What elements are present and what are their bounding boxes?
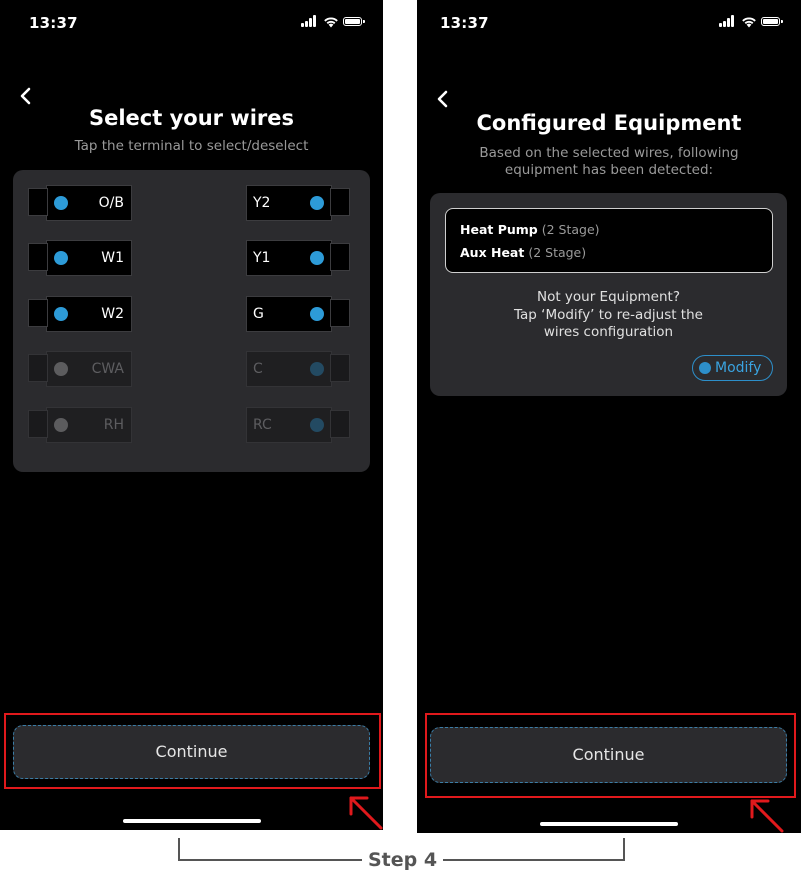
home-indicator <box>540 822 678 826</box>
terminal-stub <box>330 354 350 382</box>
equipment-stage: (2 Stage) <box>528 245 587 260</box>
screen-configured-equipment: 13:37 Configured Equipment Based on the … <box>417 0 801 833</box>
status-time: 13:37 <box>440 14 489 32</box>
terminal-y1[interactable]: Y1 <box>246 240 350 276</box>
equipment-item: Heat Pump (2 Stage) <box>460 222 600 237</box>
terminal-w1[interactable]: W1 <box>28 240 132 276</box>
terminal-label: W2 <box>101 306 124 322</box>
terminal-label: CWA <box>91 361 124 377</box>
terminal-dot <box>310 307 324 321</box>
terminal-stub <box>330 299 350 327</box>
terminal-stub <box>28 243 48 271</box>
signal-icon <box>301 15 318 28</box>
terminal-stub <box>330 243 350 271</box>
terminal-dot <box>54 418 68 432</box>
home-indicator <box>123 819 261 823</box>
terminal-stub <box>28 299 48 327</box>
equipment-stage: (2 Stage) <box>541 222 600 237</box>
terminal-stub <box>330 410 350 438</box>
terminal-dot <box>54 251 68 265</box>
terminal-dot <box>310 251 324 265</box>
terminal-label: W1 <box>101 250 124 266</box>
terminal-stub <box>28 188 48 216</box>
screen-select-wires: 13:37 Select your wires Tap the terminal… <box>0 0 383 830</box>
page-title: Configured Equipment <box>476 111 742 135</box>
terminal-stub <box>28 354 48 382</box>
terminal-label: Y1 <box>253 250 271 266</box>
status-bar: 13:37 <box>417 0 801 46</box>
battery-icon <box>761 17 783 26</box>
equipment-panel: Heat Pump (2 Stage) Aux Heat (2 Stage) N… <box>430 193 787 396</box>
page-title: Select your wires <box>88 106 295 130</box>
status-icons <box>301 15 365 29</box>
wifi-icon <box>324 17 338 28</box>
terminal-panel: O/B W1 W2 CWA RH Y2 Y1 G C RC <box>13 170 370 472</box>
hint-line-2: Tap ‘Modify’ to re-adjust the <box>514 307 703 323</box>
modify-icon <box>699 362 711 374</box>
hint-line-1: Not your Equipment? <box>536 289 681 305</box>
terminal-rh[interactable]: RH <box>28 407 132 443</box>
page-subtitle-line-1: Based on the selected wires, following <box>479 145 739 161</box>
terminal-c[interactable]: C <box>246 351 350 387</box>
terminal-rc[interactable]: RC <box>246 407 350 443</box>
modify-label: Modify <box>715 360 762 376</box>
wifi-icon <box>742 17 756 28</box>
terminal-dot <box>310 196 324 210</box>
terminal-label: G <box>253 306 264 322</box>
status-bar: 13:37 <box>0 0 383 46</box>
terminal-label: C <box>253 361 263 377</box>
modify-button[interactable]: Modify <box>692 355 773 381</box>
page-subtitle-line-2: equipment has been detected: <box>504 162 714 178</box>
continue-button[interactable]: Continue <box>430 727 787 783</box>
terminal-y2[interactable]: Y2 <box>246 185 350 221</box>
terminal-stub <box>28 410 48 438</box>
terminal-dot <box>54 307 68 321</box>
status-icons <box>719 15 783 29</box>
terminal-w2[interactable]: W2 <box>28 296 132 332</box>
terminal-label: RH <box>103 417 124 433</box>
equipment-item: Aux Heat (2 Stage) <box>460 245 586 260</box>
status-time: 13:37 <box>29 14 78 32</box>
back-chevron-icon[interactable] <box>433 89 453 109</box>
terminal-label: Y2 <box>253 195 271 211</box>
terminal-dot <box>310 362 324 376</box>
terminal-label: O/B <box>98 195 124 211</box>
terminal-dot <box>54 196 68 210</box>
continue-button[interactable]: Continue <box>13 725 370 779</box>
annotation-arrow-icon <box>349 796 383 830</box>
equipment-list: Heat Pump (2 Stage) Aux Heat (2 Stage) <box>445 208 773 273</box>
hint-line-3: wires configuration <box>543 324 674 340</box>
terminal-g[interactable]: G <box>246 296 350 332</box>
battery-icon <box>343 17 365 26</box>
terminal-stub <box>330 188 350 216</box>
terminal-o-b[interactable]: O/B <box>28 185 132 221</box>
back-chevron-icon[interactable] <box>16 86 36 106</box>
step-label: Step 4 <box>362 849 444 871</box>
terminal-dot <box>54 362 68 376</box>
signal-icon <box>719 15 736 28</box>
annotation-arrow-icon <box>750 799 784 833</box>
terminal-cwa[interactable]: CWA <box>28 351 132 387</box>
page-subtitle: Tap the terminal to select/deselect <box>74 138 309 154</box>
terminal-dot <box>310 418 324 432</box>
terminal-label: RC <box>253 417 272 433</box>
equipment-name: Aux Heat <box>460 245 525 260</box>
equipment-name: Heat Pump <box>460 222 538 237</box>
